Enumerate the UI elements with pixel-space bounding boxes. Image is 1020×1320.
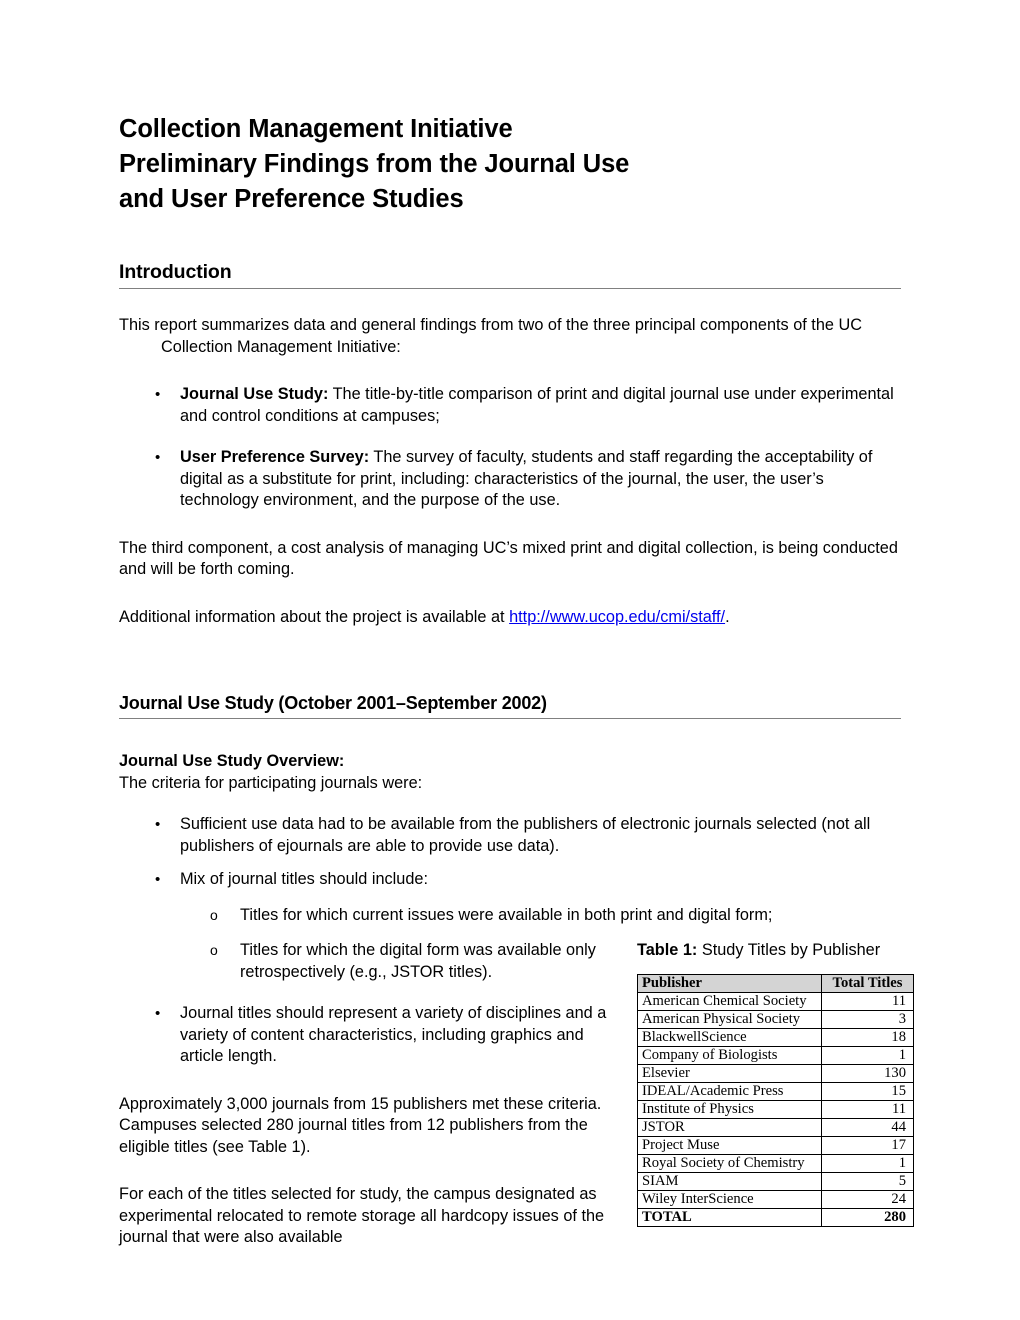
cell-total: 3: [821, 1009, 914, 1029]
table1-study-titles-by-publisher: Publisher Total Titles American Chemical…: [637, 973, 914, 1227]
cell-publisher: American Chemical Society: [637, 991, 822, 1011]
two-column-region: o Titles for which the digital form was …: [119, 940, 914, 1249]
cell-publisher: Company of Biologists: [637, 1045, 822, 1065]
cell-total: 44: [821, 1117, 914, 1137]
cell-publisher: Wiley InterScience: [637, 1189, 822, 1209]
list-item: o Titles for which the digital form was …: [119, 940, 619, 983]
list-item: • Sufficient use data had to be availabl…: [119, 814, 901, 857]
list-item-text: Titles for which current issues were ava…: [240, 905, 773, 924]
cell-total-value: 280: [821, 1207, 914, 1227]
document-title-line-3: and User Preference Studies: [119, 185, 464, 213]
left-text-column: o Titles for which the digital form was …: [119, 940, 619, 1249]
list-item-text: Mix of journal titles should include:: [180, 870, 428, 888]
document-title-line-1: Collection Management Initiative: [119, 115, 513, 143]
table-body: American Chemical Society 11 American Ph…: [637, 991, 914, 1227]
project-website-link[interactable]: http://www.ucop.edu/cmi/staff/: [509, 608, 725, 626]
cell-total: 11: [821, 1099, 914, 1119]
bullet-dot-icon: •: [155, 816, 161, 833]
paragraph-each-title: For each of the titles selected for stud…: [119, 1185, 605, 1246]
cell-total: 11: [821, 991, 914, 1011]
table-header-row: Publisher Total Titles: [637, 973, 914, 993]
cell-publisher: Royal Society of Chemistry: [637, 1153, 822, 1173]
table-row: Project Muse 17: [637, 1135, 914, 1155]
list-item: o Titles for which current issues were a…: [119, 905, 901, 927]
section-heading-journal-use-study: Journal Use Study (October 2001–Septembe…: [119, 693, 901, 719]
overview-label-text: Journal Use Study Overview:: [119, 752, 345, 770]
bullet-dot-icon: •: [155, 871, 161, 888]
third-component-paragraph: The third component, a cost analysis of …: [119, 538, 898, 579]
list-item: • Journal titles should represent a vari…: [119, 1003, 619, 1068]
table-row: American Physical Society 3: [637, 1009, 914, 1029]
cell-publisher: IDEAL/Academic Press: [637, 1081, 822, 1101]
introduction-paragraph: This report summarizes data and general …: [119, 316, 862, 356]
table1-caption-text: Study Titles by Publisher: [697, 941, 881, 959]
table-row: IDEAL/Academic Press 15: [637, 1081, 914, 1101]
cell-total: 130: [821, 1063, 914, 1083]
list-item: • Journal Use Study: The title-by-title …: [119, 384, 901, 427]
table-row: Institute of Physics 11: [637, 1099, 914, 1119]
overview-text: The criteria for participating journals …: [119, 773, 423, 792]
cell-total: 15: [821, 1081, 914, 1101]
section-heading-introduction: Introduction: [119, 261, 901, 289]
bullet-dot-icon: •: [155, 1005, 161, 1022]
list-item-text: Journal titles should represent a variet…: [180, 1004, 607, 1065]
table-row: Wiley InterScience 24: [637, 1189, 914, 1209]
bullet-dot-icon: •: [155, 449, 161, 466]
cell-publisher: BlackwellScience: [637, 1027, 822, 1047]
table-row: JSTOR 44: [637, 1117, 914, 1137]
table-row: BlackwellScience 18: [637, 1027, 914, 1047]
bullet-dot-icon: •: [155, 386, 161, 403]
cell-publisher: SIAM: [637, 1171, 822, 1191]
list-item-text: Journal Use Study: The title-by-title co…: [180, 385, 894, 425]
additional-info-paragraph: Additional information about the project…: [119, 607, 901, 629]
document-content: Collection Management Initiative Prelimi…: [119, 112, 914, 1249]
cell-total: 17: [821, 1135, 914, 1155]
cell-total: 18: [821, 1027, 914, 1047]
table-row: SIAM 5: [637, 1171, 914, 1191]
paragraph-approx-journals: Approximately 3,000 journals from 15 pub…: [119, 1094, 602, 1156]
document-page: Collection Management Initiative Prelimi…: [0, 0, 1020, 1320]
list-item-lead: Journal Use Study:: [180, 385, 329, 403]
cell-publisher: American Physical Society: [637, 1009, 822, 1029]
table-total-row: TOTAL 280: [637, 1207, 914, 1227]
bullet-circle-icon: o: [210, 906, 218, 923]
list-item: • Mix of journal titles should include:: [119, 869, 901, 891]
cell-publisher: Institute of Physics: [637, 1099, 822, 1119]
column-header-total-titles: Total Titles: [821, 973, 914, 993]
cell-total-label: TOTAL: [637, 1207, 822, 1227]
additional-info-prefix: Additional information about the project…: [119, 607, 510, 626]
document-title-line-2: Preliminary Findings from the Journal Us…: [119, 150, 630, 178]
list-item: • User Preference Survey: The survey of …: [119, 447, 901, 512]
overview-label: Journal Use Study Overview:: [119, 751, 901, 773]
bullet-circle-icon: o: [210, 942, 218, 958]
cell-publisher: JSTOR: [637, 1117, 822, 1137]
table1-column: Table 1: Study Titles by Publisher Publi…: [637, 940, 914, 1227]
list-item-text: Sufficient use data had to be available …: [180, 815, 871, 855]
table-row: American Chemical Society 11: [637, 991, 914, 1011]
cell-publisher: Elsevier: [637, 1063, 822, 1083]
column-header-publisher: Publisher: [637, 973, 822, 993]
cell-total: 5: [821, 1171, 914, 1191]
cell-publisher: Project Muse: [637, 1135, 822, 1155]
cell-total: 24: [821, 1189, 914, 1209]
table1-caption-label: Table 1:: [637, 941, 698, 959]
cell-total: 1: [821, 1153, 914, 1173]
table-row: Royal Society of Chemistry 1: [637, 1153, 914, 1173]
table1-caption: Table 1: Study Titles by Publisher: [637, 940, 901, 962]
table-row: Company of Biologists 1: [637, 1045, 914, 1065]
list-item-text: User Preference Survey: The survey of fa…: [180, 448, 872, 509]
list-item-text: Titles for which the digital form was av…: [240, 941, 596, 981]
additional-info-suffix: .: [725, 607, 730, 626]
document-title: Collection Management Initiative Prelimi…: [119, 112, 901, 217]
cell-total: 1: [821, 1045, 914, 1065]
list-item-lead: User Preference Survey:: [180, 448, 370, 466]
table-row: Elsevier 130: [637, 1063, 914, 1083]
